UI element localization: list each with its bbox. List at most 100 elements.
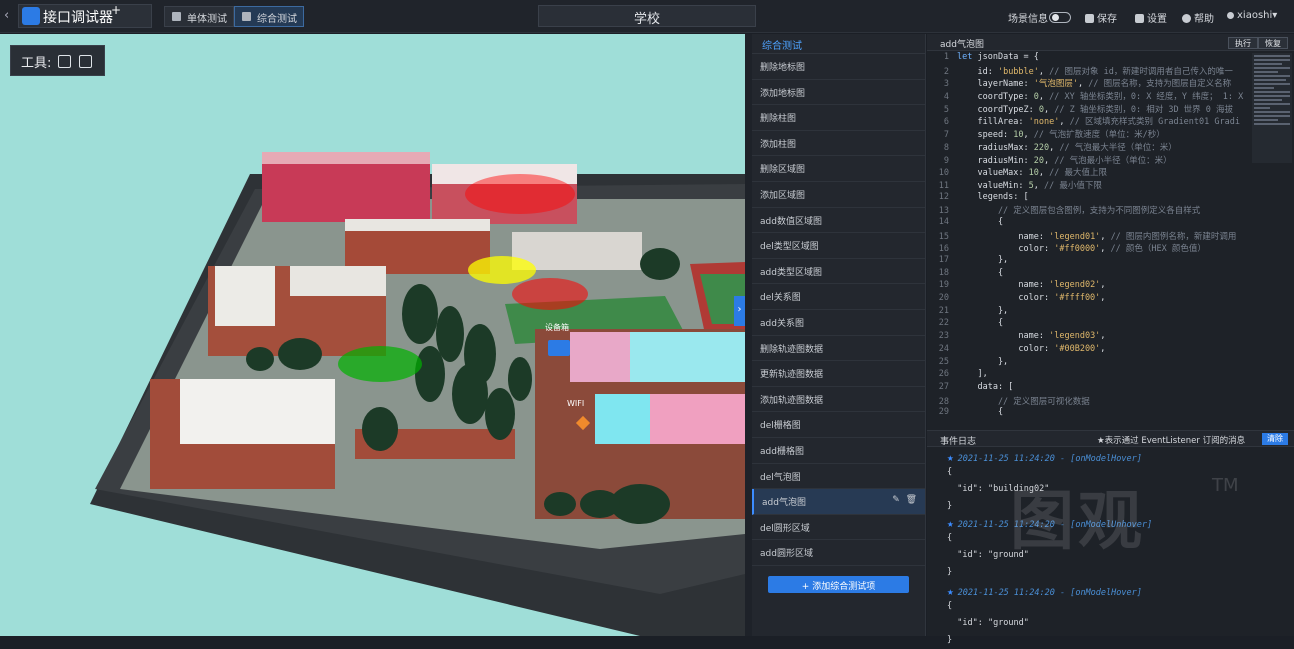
- user-menu[interactable]: xiaoshi▾: [1227, 10, 1277, 21]
- code-token: ,: [1038, 92, 1050, 103]
- code-token: speed:: [957, 130, 1014, 141]
- bubble-green[interactable]: [338, 346, 422, 382]
- code-line: 29 {: [927, 407, 1247, 420]
- restore-button[interactable]: 恢复: [1258, 37, 1288, 49]
- code-token: 220: [1033, 142, 1050, 153]
- add-test-item-button[interactable]: + 添加综合测试项: [768, 576, 909, 593]
- code-minimap[interactable]: [1252, 53, 1292, 163]
- settings-label: 设置: [1147, 14, 1167, 25]
- test-list-item[interactable]: del栅格图: [752, 412, 925, 438]
- test-list-item[interactable]: 添加地标图: [752, 80, 925, 106]
- test-list-item[interactable]: add类型区域图: [752, 259, 925, 285]
- caret-down-icon: ▾: [1272, 10, 1278, 21]
- test-list-item[interactable]: 删除轨迹图数据: [752, 336, 925, 362]
- help-label: 帮助: [1194, 14, 1214, 25]
- code-token: // 颜色（HEX 颜色值）: [1110, 244, 1206, 255]
- locate-tool-icon[interactable]: [58, 55, 71, 68]
- test-list-item[interactable]: add圆形区域: [752, 540, 925, 566]
- line-number: 10: [938, 168, 949, 179]
- user-icon: [1227, 12, 1234, 19]
- code-token: name:: [957, 280, 1050, 291]
- test-list-item[interactable]: 添加轨迹图数据: [752, 387, 925, 413]
- code-token: 20: [1033, 155, 1045, 166]
- run-button[interactable]: 执行: [1228, 37, 1258, 49]
- collapse-panel-icon[interactable]: ›: [734, 296, 745, 326]
- line-number: 5: [943, 104, 949, 115]
- edit-icon[interactable]: ✎: [892, 495, 900, 505]
- building-roof: [215, 266, 275, 326]
- code-line: 23 name: 'legend03',: [927, 331, 1247, 344]
- code-token: valueMin:: [957, 180, 1029, 191]
- test-list-item[interactable]: add气泡图 ✎ 🗑: [752, 489, 925, 515]
- test-list-item[interactable]: 添加区域图: [752, 182, 925, 208]
- code-token: // 定义图层可视化数据: [957, 396, 1090, 407]
- device-marker-icon[interactable]: [548, 340, 570, 356]
- code-line: 24 color: '#00B200',: [927, 344, 1247, 357]
- code-line: 20 color: '#ffff00',: [927, 293, 1247, 306]
- fullscreen-tool-icon[interactable]: [79, 55, 92, 68]
- code-token: ,: [1100, 343, 1106, 354]
- code-token: coordTypeZ:: [957, 104, 1039, 115]
- code-area[interactable]: 1 let jsonData = {2 id: 'bubble', // 图层对象…: [927, 52, 1247, 427]
- test-list-item-label: add栅格图: [760, 446, 804, 457]
- clear-log-button[interactable]: 清除: [1262, 433, 1288, 445]
- test-list-item[interactable]: del圆形区域: [752, 515, 925, 541]
- code-token: ,: [1100, 231, 1111, 242]
- panel-splitter[interactable]: [745, 34, 752, 636]
- line-number: 15: [938, 231, 949, 242]
- unit-test-icon: [172, 12, 181, 21]
- code-line: 28 // 定义图层可视化数据: [927, 395, 1247, 408]
- test-list-item[interactable]: del类型区域图: [752, 233, 925, 259]
- event-log-header: 事件日志 ★表示通过 EventListener 订阅的消息 清除: [927, 431, 1294, 447]
- code-line: 4 coordType: 0, // XY 轴坐标类别，0: X 经度，Y 纬度…: [927, 90, 1247, 103]
- help-button[interactable]: 帮助: [1182, 10, 1214, 25]
- tab-integrated-test[interactable]: 综合测试: [234, 6, 304, 27]
- code-token: layerName:: [957, 79, 1034, 90]
- code-token: // 图层对象 id，新建时调用者自己传入的唯一: [1049, 66, 1233, 77]
- scene-viewport[interactable]: 设备箱 WIFI 工具: ›: [0, 34, 745, 636]
- back-arrow-icon[interactable]: ‹: [4, 8, 16, 24]
- test-list-item-label: del类型区域图: [760, 242, 819, 253]
- building-roof: [290, 266, 386, 296]
- test-list-item[interactable]: 删除区域图: [752, 156, 925, 182]
- code-token: {: [957, 407, 1004, 418]
- test-list-item[interactable]: 删除柱图: [752, 105, 925, 131]
- code-token: ,: [1100, 293, 1106, 304]
- campus-3d-scene[interactable]: 设备箱 WIFI: [0, 34, 745, 636]
- line-number: 28: [938, 396, 949, 407]
- test-list-item[interactable]: add数值区域图: [752, 208, 925, 234]
- test-list-item[interactable]: 添加柱图: [752, 131, 925, 157]
- save-button[interactable]: 保存: [1085, 10, 1117, 25]
- test-list-item[interactable]: del气泡图: [752, 464, 925, 490]
- code-line: 3 layerName: '气泡图层', // 图层名称，支持为图层自定义名称: [927, 77, 1247, 90]
- test-list-item[interactable]: add栅格图: [752, 438, 925, 464]
- code-token: id:: [957, 66, 998, 77]
- code-token: ,: [1049, 142, 1060, 153]
- line-number: 16: [938, 244, 949, 255]
- bubble-red[interactable]: [512, 278, 588, 310]
- line-number: 27: [938, 381, 949, 392]
- code-token: '#00B200': [1054, 343, 1101, 354]
- device-label: 设备箱: [545, 322, 569, 332]
- test-list-item[interactable]: 删除地标图: [752, 54, 925, 80]
- scene-info-toggle[interactable]: [1049, 12, 1071, 23]
- line-number: 26: [938, 369, 949, 380]
- test-list-item-label: add数值区域图: [760, 216, 822, 227]
- test-list-item[interactable]: del关系图: [752, 284, 925, 310]
- app-logo-icon: [22, 7, 40, 25]
- test-list-item[interactable]: add关系图: [752, 310, 925, 336]
- code-token: // 图层名称，支持为图层自定义名称: [1088, 79, 1232, 90]
- delete-icon[interactable]: 🗑: [906, 495, 917, 505]
- code-line: 5 coordTypeZ: 0, // Z 轴坐标类别，0: 相对 3D 世界 …: [927, 103, 1247, 116]
- bubble-yellow[interactable]: [468, 256, 536, 284]
- code-line: 13 // 定义图层包含图例，支持为不同图例定义各自样式: [927, 204, 1247, 217]
- bubble-red-large[interactable]: [465, 174, 575, 214]
- code-token: // 图层内图例名称，新建时调用: [1110, 231, 1237, 242]
- tab-unit-test[interactable]: 单体测试: [164, 6, 234, 27]
- code-token: name:: [957, 331, 1050, 342]
- test-list-item[interactable]: 更新轨迹图数据: [752, 361, 925, 387]
- code-token: },: [957, 356, 1009, 367]
- settings-button[interactable]: 设置: [1135, 10, 1167, 25]
- line-number: 2: [943, 66, 949, 77]
- code-line: 16 color: '#ff0000', // 颜色（HEX 颜色值）: [927, 242, 1247, 255]
